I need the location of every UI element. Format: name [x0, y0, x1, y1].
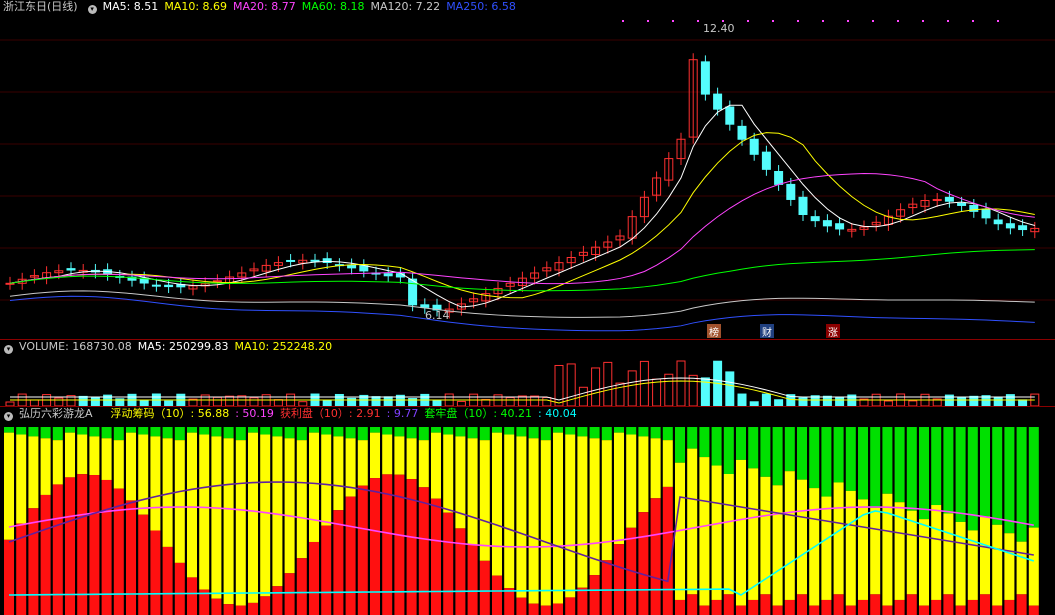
- volume-panel[interactable]: ▾ VOLUME: 168730.08 MA5: 250299.83 MA10: 25…: [0, 340, 1055, 406]
- event-tag-bang[interactable]: 榜: [707, 324, 721, 338]
- chip-indicator-0: 浮动筹码（10）: 56.88: [110, 407, 230, 420]
- indicator-title: 弘历六彩游龙A: [19, 407, 93, 420]
- chip-indicator-4: 套牢盘（10）: 40.21: [424, 407, 533, 420]
- stock-title: 浙江东日(日线): [3, 0, 78, 13]
- volume-indicator-0: MA5: 250299.83: [137, 340, 229, 353]
- volume-indicator-1: MA10: 252248.20: [234, 340, 333, 353]
- chip-indicator-1: : 50.19: [235, 407, 274, 420]
- kline-indicator-5: MA250: 6.58: [446, 0, 516, 13]
- volume-title: VOLUME: 168730.08: [19, 340, 132, 353]
- kline-panel[interactable]: 12.40 6.14 浙江东日(日线) ▾ MA5: 8.51 MA10: 8.69 MA…: [0, 0, 1055, 338]
- event-tag-cai[interactable]: 财: [760, 324, 774, 338]
- volume-header: ▾ VOLUME: 168730.08 MA5: 250299.83 MA10: 25…: [0, 340, 344, 354]
- kline-chart[interactable]: 12.40 6.14: [0, 0, 1055, 338]
- event-tag-zhang[interactable]: 涨: [826, 324, 840, 338]
- panel-menu-icon[interactable]: ▾: [4, 345, 13, 354]
- kline-indicator-0: MA5: 8.51: [102, 0, 159, 13]
- indicator-header: ▾ 弘历六彩游龙A 浮动筹码（10）: 56.88 : 50.19 获利盘（10）: 2…: [0, 407, 589, 421]
- chip-indicator-3: : 9.77: [386, 407, 419, 420]
- kline-indicator-4: MA120: 7.22: [370, 0, 441, 13]
- chip-indicator-5: : 40.04: [538, 407, 577, 420]
- chip-indicator-2: 获利盘（10）: 2.91: [279, 407, 381, 420]
- panel-menu-icon[interactable]: ▾: [87, 5, 97, 14]
- kline-header: 浙江东日(日线) ▾ MA5: 8.51 MA10: 8.69 MA20: 8.77 MA…: [0, 0, 528, 14]
- indicator-panel[interactable]: ▾ 弘历六彩游龙A 浮动筹码（10）: 56.88 : 50.19 获利盘（10）: 2…: [0, 407, 1055, 615]
- low-price-label: 6.14: [425, 309, 450, 322]
- kline-indicator-2: MA20: 8.77: [233, 0, 296, 13]
- indicator-chart[interactable]: [0, 407, 1055, 615]
- panel-menu-icon[interactable]: ▾: [4, 412, 13, 421]
- high-price-label: 12.40: [703, 22, 735, 35]
- kline-indicator-3: MA60: 8.18: [301, 0, 365, 13]
- kline-indicator-1: MA10: 8.69: [164, 0, 228, 13]
